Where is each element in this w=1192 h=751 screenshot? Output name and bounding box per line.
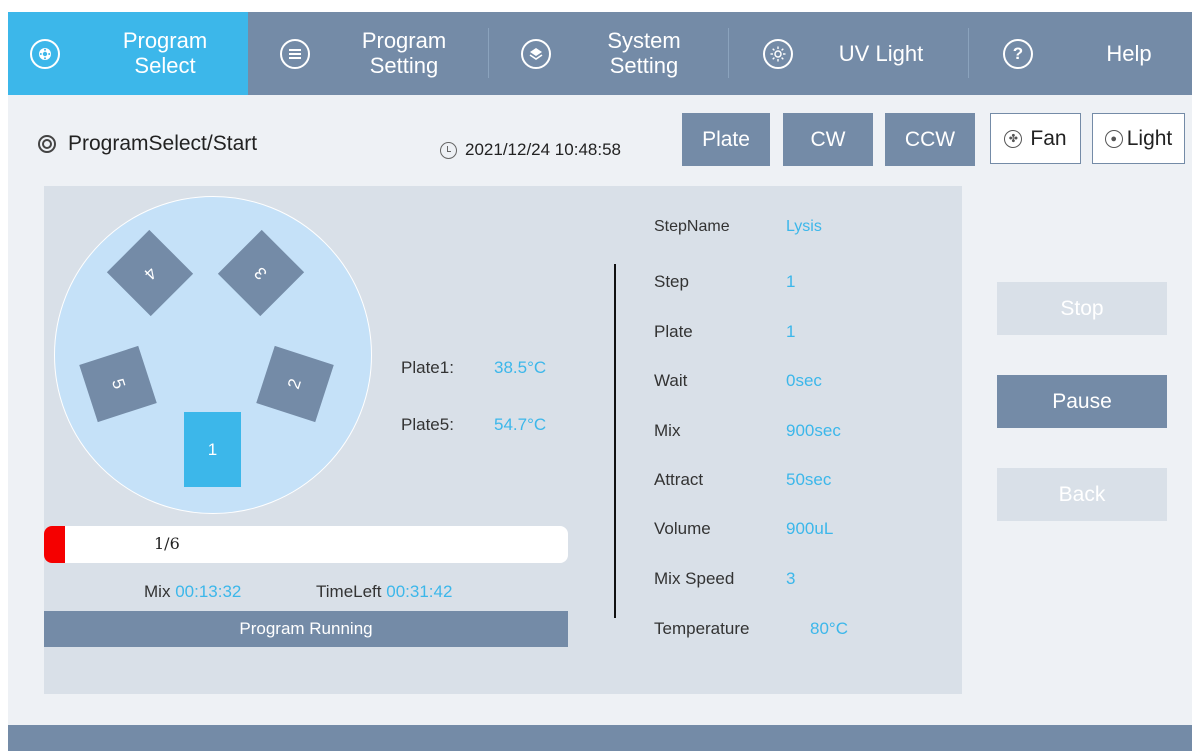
param-value: 80°C bbox=[810, 619, 848, 638]
top-nav: Program Select Program Setting System Se… bbox=[8, 12, 1192, 95]
param-label: Mix Speed bbox=[654, 569, 735, 588]
progress-bar: 1/6 bbox=[44, 526, 568, 563]
mix-timer: Mix 00:13:32 bbox=[144, 582, 242, 601]
param-value: 0sec bbox=[786, 371, 822, 390]
time-left-value: 00:31:42 bbox=[386, 582, 453, 601]
back-button[interactable]: Back bbox=[997, 468, 1167, 521]
question-icon: ? bbox=[1003, 39, 1033, 69]
tab-system-setting[interactable]: System Setting bbox=[489, 12, 729, 95]
param-value: Lysis bbox=[786, 218, 822, 235]
divider-line bbox=[614, 264, 616, 618]
fan-button[interactable]: ✤ Fan bbox=[990, 113, 1081, 164]
app-window: Program Select Program Setting System Se… bbox=[8, 12, 1192, 751]
tab-label: System Setting bbox=[607, 28, 681, 78]
param-label: Volume bbox=[654, 519, 711, 538]
breadcrumb: ProgramSelect/Start bbox=[38, 132, 257, 156]
tab-help[interactable]: ? Help bbox=[969, 12, 1192, 95]
run-panel: 4 3 5 2 1 Plate1: 38.5°C Plate5: 54.7°C … bbox=[44, 186, 962, 694]
light-label: Light bbox=[1126, 126, 1173, 150]
progress-text: 1/6 bbox=[154, 534, 180, 553]
plate-slot-1[interactable]: 1 bbox=[184, 412, 241, 487]
param-value: 900sec bbox=[786, 421, 841, 440]
breadcrumb-text: ProgramSelect/Start bbox=[68, 132, 258, 155]
time-left: TimeLeft 00:31:42 bbox=[316, 582, 453, 601]
ccw-button[interactable]: CCW bbox=[885, 113, 975, 166]
tab-label: UV Light bbox=[838, 41, 924, 66]
pause-button[interactable]: Pause bbox=[997, 375, 1167, 428]
cw-button[interactable]: CW bbox=[783, 113, 873, 166]
tab-label: Program Setting bbox=[361, 28, 447, 78]
datetime-display: 2021/12/24 10:48:58 bbox=[440, 140, 621, 160]
param-value: 50sec bbox=[786, 470, 832, 489]
param-label: Attract bbox=[654, 470, 704, 489]
uv-sun-icon bbox=[763, 39, 793, 69]
param-label: Mix bbox=[654, 421, 681, 440]
status-bar: Program Running bbox=[44, 611, 568, 647]
tab-program-select[interactable]: Program Select bbox=[8, 12, 248, 95]
tab-label: Help bbox=[1106, 41, 1152, 66]
bulb-icon: ● bbox=[1104, 129, 1123, 148]
target-icon bbox=[38, 135, 56, 153]
param-value: 1 bbox=[786, 272, 796, 291]
param-label: Temperature bbox=[654, 619, 750, 638]
progress-fill bbox=[44, 526, 65, 563]
mix-timer-value: 00:13:32 bbox=[175, 582, 242, 601]
temp-label: Plate1: bbox=[401, 358, 454, 377]
temp-label: Plate5: bbox=[401, 415, 454, 434]
plate-button[interactable]: Plate bbox=[682, 113, 770, 166]
temp-value: 54.7°C bbox=[494, 415, 547, 434]
plate-icon bbox=[30, 39, 60, 69]
stop-button[interactable]: Stop bbox=[997, 282, 1167, 335]
tab-uv-light[interactable]: UV Light bbox=[729, 12, 969, 95]
param-label: Step bbox=[654, 272, 689, 291]
datetime-text: 2021/12/24 10:48:58 bbox=[465, 140, 621, 159]
param-value: 3 bbox=[786, 569, 796, 588]
clock-icon bbox=[440, 141, 457, 159]
footer-bar bbox=[8, 725, 1192, 751]
param-label: Wait bbox=[654, 371, 688, 390]
temp-value: 38.5°C bbox=[494, 358, 547, 377]
param-value: 900uL bbox=[786, 519, 834, 538]
tab-label: Program Select bbox=[122, 28, 208, 78]
light-button[interactable]: ● Light bbox=[1092, 113, 1185, 164]
param-label: StepName bbox=[654, 218, 730, 235]
fan-icon: ✤ bbox=[1004, 129, 1023, 148]
fan-label: Fan bbox=[1030, 126, 1067, 150]
list-icon bbox=[280, 39, 310, 69]
param-value: 1 bbox=[786, 322, 796, 341]
tab-program-setting[interactable]: Program Setting bbox=[248, 12, 488, 95]
param-label: Plate bbox=[654, 322, 693, 341]
layers-icon bbox=[521, 39, 551, 69]
